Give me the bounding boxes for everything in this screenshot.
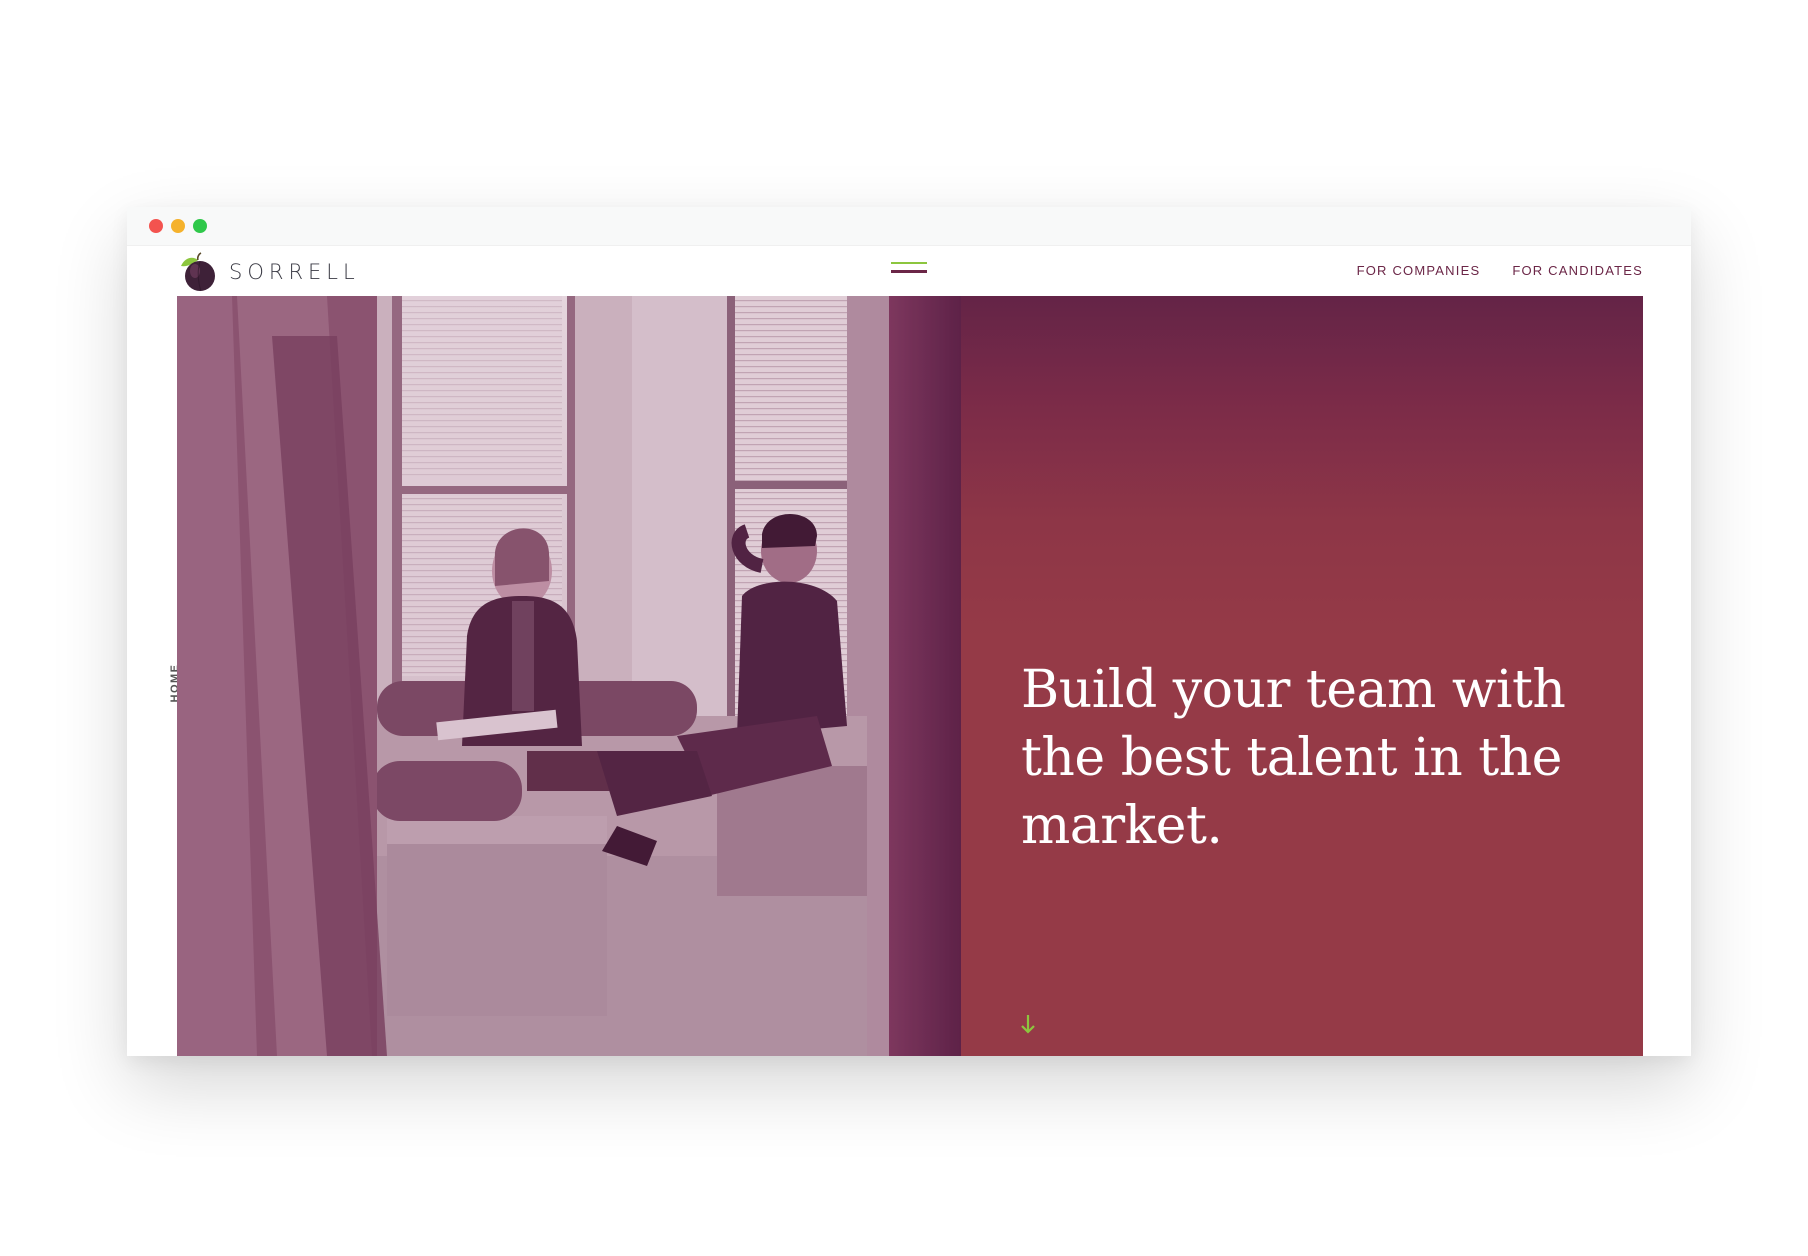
hero-headline: Build your team with the best talent in … (1021, 660, 1566, 856)
arrow-down-icon[interactable] (1019, 1013, 1037, 1035)
window-minimize-button[interactable] (171, 219, 185, 233)
hero-panel: Build your team with the best talent in … (961, 296, 1643, 1056)
office-meeting-photo (177, 296, 961, 1056)
hamburger-menu-icon[interactable] (891, 262, 927, 280)
nav-for-candidates[interactable]: FOR CANDIDATES (1512, 263, 1643, 278)
top-nav: FOR COMPANIES FOR CANDIDATES (1357, 263, 1643, 278)
window-close-button[interactable] (149, 219, 163, 233)
hero-photo (177, 296, 961, 1056)
window-maximize-button[interactable] (193, 219, 207, 233)
browser-window: SORRELL FOR COMPANIES FOR CANDIDATES HOM… (127, 207, 1691, 1056)
nav-for-companies[interactable]: FOR COMPANIES (1357, 263, 1481, 278)
site-logo[interactable]: SORRELL (177, 252, 360, 292)
plum-icon (181, 252, 215, 292)
window-titlebar (127, 207, 1691, 246)
brand-name: SORRELL (229, 260, 360, 284)
